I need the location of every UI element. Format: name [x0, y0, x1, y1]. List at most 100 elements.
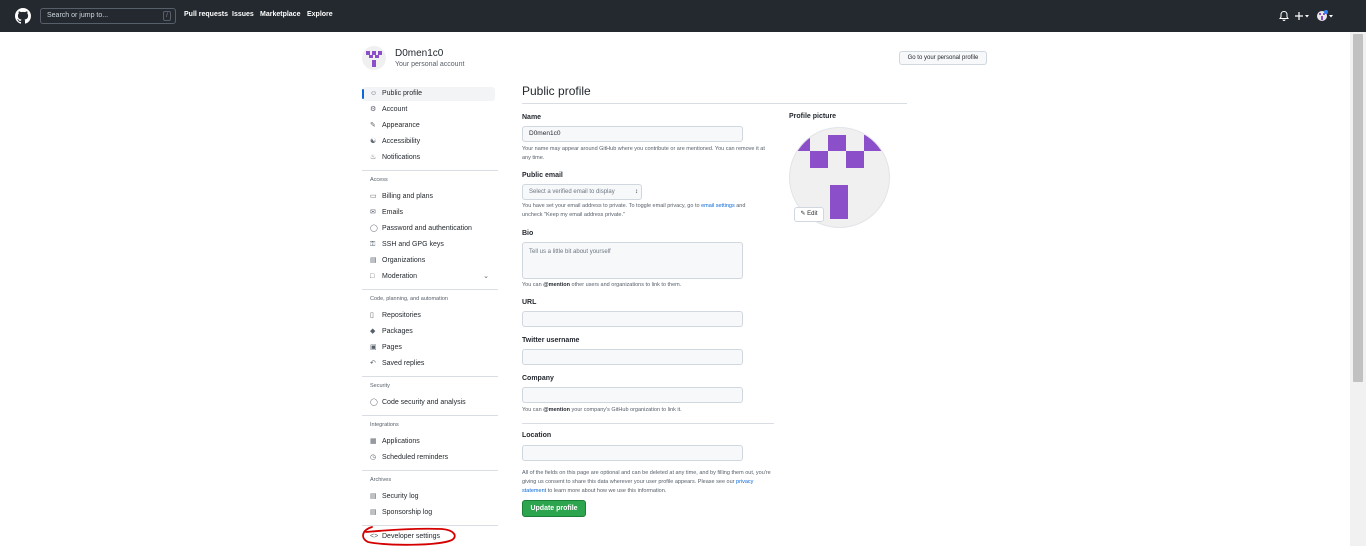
public-email-select[interactable]: Select a verified email to display ↕ — [522, 184, 642, 200]
avatar — [362, 46, 386, 70]
company-field[interactable] — [522, 387, 743, 403]
organization-icon: ▤ — [370, 257, 377, 264]
browser-icon: ▣ — [370, 344, 377, 351]
sidebar-item-label: Scheduled reminders — [382, 454, 449, 461]
sidebar-item-ssh-keys[interactable]: ⚿ SSH and GPG keys — [362, 238, 495, 252]
sidebar-item-appearance[interactable]: ✎ Appearance — [362, 119, 495, 133]
identicon-small — [366, 51, 382, 67]
plus-dropdown-icon[interactable] — [1294, 10, 1310, 22]
shield-lock-icon: ◯ — [370, 225, 378, 232]
paintbrush-icon: ✎ — [370, 122, 376, 129]
bio-note-text: You can — [522, 282, 542, 288]
bio-note-text-2: other users and organizations to link to… — [571, 282, 682, 288]
sidebar-item-packages[interactable]: ◆ Packages — [362, 325, 495, 339]
sidebar-divider — [362, 289, 498, 290]
section-divider — [522, 423, 774, 424]
pencil-icon: ✎ — [800, 211, 806, 217]
public-email-label: Public email — [522, 172, 563, 179]
sidebar-item-pages[interactable]: ▣ Pages — [362, 341, 495, 355]
mention-text: @mention — [543, 282, 570, 288]
chevron-down-icon[interactable]: ⌄ — [483, 270, 489, 284]
sidebar-item-label: Organizations — [382, 257, 426, 264]
sidebar-item-label: Accessibility — [382, 138, 421, 145]
consent-note-text: All of the fields on this page are optio… — [522, 470, 771, 485]
package-icon: ◆ — [370, 328, 376, 335]
nav-marketplace[interactable]: Marketplace — [260, 11, 300, 18]
search-shortcut-key: / — [163, 11, 171, 21]
sidebar-item-notifications[interactable]: ♨ Notifications — [362, 151, 495, 165]
sidebar-item-repositories[interactable]: ▯ Repositories — [362, 309, 495, 323]
sidebar-item-sponsorship-log[interactable]: ▤ Sponsorship log — [362, 506, 495, 520]
sidebar-item-label: Password and authentication — [382, 225, 472, 232]
shield-icon: ◯ — [370, 399, 378, 406]
sidebar-item-code-security[interactable]: ◯ Code security and analysis — [362, 396, 495, 410]
sidebar-heading-archives: Archives — [370, 477, 392, 483]
location-field[interactable] — [522, 445, 743, 461]
consent-note: All of the fields on this page are optio… — [522, 469, 772, 496]
company-note: You can @mention your company's GitHub o… — [522, 406, 767, 415]
sidebar-item-label: Appearance — [382, 122, 420, 129]
key-icon: ⚿ — [370, 241, 376, 248]
sidebar-heading-access: Access — [370, 177, 388, 183]
account-username[interactable]: D0men1c0 — [395, 48, 443, 59]
sidebar-item-billing[interactable]: ▭ Billing and plans — [362, 190, 495, 204]
bell-icon[interactable] — [1278, 10, 1290, 22]
page-title: Public profile — [522, 84, 591, 98]
bio-placeholder: Tell us a little bit about yourself — [529, 249, 611, 255]
mail-icon: ✉ — [370, 209, 376, 216]
sidebar-item-label: Account — [382, 106, 408, 113]
sidebar-item-label: Security log — [382, 493, 419, 500]
sidebar-item-label: Saved replies — [382, 360, 425, 367]
scrollbar-thumb[interactable] — [1353, 34, 1363, 382]
twitter-label: Twitter username — [522, 337, 580, 344]
sidebar-heading-code: Code, planning, and automation — [370, 296, 448, 302]
search-input[interactable]: Search or jump to... / — [40, 8, 176, 24]
url-label: URL — [522, 299, 537, 306]
sidebar-item-security-log[interactable]: ▤ Security log — [362, 490, 495, 504]
name-label: Name — [522, 114, 542, 121]
sidebar-item-applications[interactable]: ▦ Applications — [362, 435, 495, 449]
nav-explore[interactable]: Explore — [307, 11, 333, 18]
nav-pull-requests[interactable]: Pull requests — [184, 11, 228, 18]
sidebar-item-password[interactable]: ◯ Password and authentication — [362, 222, 495, 236]
sidebar-item-label: SSH and GPG keys — [382, 241, 444, 248]
sidebar-heading-security: Security — [370, 383, 390, 389]
sidebar-divider — [362, 376, 498, 377]
public-email-select-value: Select a verified email to display — [529, 189, 615, 195]
bio-textarea[interactable]: Tell us a little bit about yourself — [522, 242, 743, 279]
reply-icon: ↶ — [370, 360, 376, 367]
nav-issues[interactable]: Issues — [232, 11, 254, 18]
avatar-dropdown-icon[interactable] — [1316, 10, 1334, 22]
go-to-profile-button[interactable]: Go to your personal profile — [899, 51, 987, 65]
sidebar-item-label: Repositories — [382, 312, 421, 319]
edit-button-label: Edit — [807, 211, 818, 217]
clock-icon: ◷ — [370, 454, 377, 461]
sidebar-item-public-profile[interactable]: ☺ Public profile — [362, 87, 495, 101]
global-header: Search or jump to... / Pull requests Iss… — [0, 0, 1366, 32]
title-divider — [522, 103, 907, 104]
edit-picture-button[interactable]: ✎ Edit — [794, 207, 824, 222]
sidebar-item-saved-replies[interactable]: ↶ Saved replies — [362, 357, 495, 371]
bell-icon: ♨ — [370, 154, 377, 161]
twitter-field[interactable] — [522, 349, 743, 365]
company-label: Company — [522, 375, 554, 382]
sidebar-item-organizations[interactable]: ▤ Organizations — [362, 254, 495, 268]
credit-card-icon: ▭ — [370, 193, 377, 200]
report-icon: □ — [370, 273, 375, 280]
email-settings-link[interactable]: email settings — [701, 203, 735, 209]
sidebar-item-label: Pages — [382, 344, 402, 351]
github-logo-icon[interactable] — [15, 8, 31, 24]
update-profile-button[interactable]: Update profile — [522, 500, 586, 517]
page-scrollbar[interactable] — [1350, 32, 1366, 546]
sidebar-item-label: Moderation — [382, 273, 418, 280]
email-note: You have set your email address to priva… — [522, 202, 767, 220]
sidebar-item-scheduled-reminders[interactable]: ◷ Scheduled reminders — [362, 451, 495, 465]
sidebar-divider — [362, 170, 498, 171]
url-field[interactable] — [522, 311, 743, 327]
sidebar-item-label: Notifications — [382, 154, 421, 161]
sidebar-item-accessibility[interactable]: ☯ Accessibility — [362, 135, 495, 149]
sidebar-item-moderation[interactable]: □ Moderation ⌄ — [362, 270, 495, 284]
sidebar-item-emails[interactable]: ✉ Emails — [362, 206, 495, 220]
name-field[interactable]: D0men1c0 — [522, 126, 743, 142]
sidebar-item-account[interactable]: ⚙ Account — [362, 103, 495, 117]
